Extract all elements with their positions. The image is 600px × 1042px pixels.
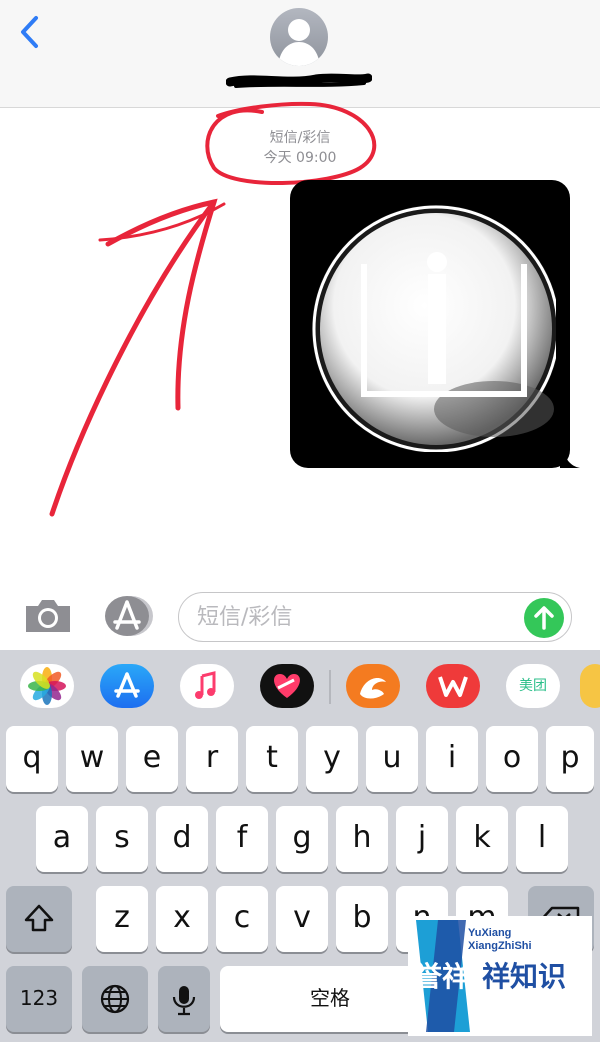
message-input[interactable] (178, 592, 572, 642)
key-w[interactable]: w (66, 726, 118, 792)
bubble-tail (560, 448, 580, 468)
photos-app-icon[interactable] (20, 664, 74, 708)
key-e[interactable]: e (126, 726, 178, 792)
key-i[interactable]: i (426, 726, 478, 792)
digital-touch-icon[interactable] (260, 664, 314, 708)
watermark-line1: YuXiang (468, 927, 511, 939)
key-k[interactable]: k (456, 806, 508, 872)
key-p[interactable]: p (546, 726, 594, 792)
messages-screen: { "conversation": { "service_label": "短信… (0, 0, 600, 1042)
key-z[interactable]: z (96, 886, 148, 952)
key-v[interactable]: v (276, 886, 328, 952)
watermark-line2: XiangZhiShi (468, 940, 532, 952)
uc-browser-icon[interactable] (346, 664, 400, 708)
globe-key[interactable] (82, 966, 148, 1032)
attached-photo[interactable] (304, 194, 556, 452)
key-u[interactable]: u (366, 726, 418, 792)
app-store-icon[interactable] (100, 664, 154, 708)
key-x[interactable]: x (156, 886, 208, 952)
service-label: 短信/彩信 (269, 130, 331, 146)
microphone-icon (172, 986, 196, 1016)
conversation-header (0, 0, 600, 108)
back-button[interactable] (14, 12, 50, 52)
contact-avatar[interactable] (270, 8, 328, 66)
camera-button[interactable] (22, 596, 74, 636)
person-silhouette-icon (278, 19, 320, 66)
chevron-left-icon (21, 16, 38, 48)
dictation-key[interactable] (158, 966, 210, 1032)
redacted-contact-name (226, 73, 372, 88)
shift-arrow-icon (24, 904, 54, 932)
watermark-title: 祥知识 (482, 960, 566, 993)
numbers-key[interactable]: 123 (6, 966, 72, 1032)
camera-icon (26, 600, 70, 632)
shift-key[interactable] (6, 886, 72, 952)
key-r[interactable]: r (186, 726, 238, 792)
watermark-graphic: YuXiang XiangZhiShi 誉祥 祥知识 (414, 920, 566, 1032)
music-app-icon[interactable] (180, 664, 234, 708)
key-o[interactable]: o (486, 726, 538, 792)
watermark-logo: YuXiang XiangZhiShi 誉祥 祥知识 (408, 916, 592, 1036)
arrow-up-icon (534, 606, 554, 630)
imessage-app-strip: 美团 (0, 650, 600, 720)
key-d[interactable]: d (156, 806, 208, 872)
app-store-a-icon (105, 596, 153, 636)
wps-office-icon[interactable] (426, 664, 480, 708)
key-s[interactable]: s (96, 806, 148, 872)
app-store-drawer-button[interactable] (100, 594, 158, 638)
key-g[interactable]: g (276, 806, 328, 872)
app-strip-divider (329, 670, 331, 704)
meituan-icon[interactable]: 美团 (506, 664, 560, 708)
key-f[interactable]: f (216, 806, 268, 872)
key-b[interactable]: b (336, 886, 388, 952)
key-c[interactable]: c (216, 886, 268, 952)
key-j[interactable]: j (396, 806, 448, 872)
watermark-logo-text: 誉祥 (414, 960, 470, 993)
key-q[interactable]: q (6, 726, 58, 792)
message-timestamp: 短信/彩信 今天 09:00 (200, 128, 400, 168)
key-h[interactable]: h (336, 806, 388, 872)
space-key[interactable]: 空格 (220, 966, 440, 1032)
emoji-app-icon[interactable] (580, 664, 600, 708)
key-t[interactable]: t (246, 726, 298, 792)
meituan-label: 美团 (519, 678, 547, 694)
time-label: 今天 09:00 (263, 150, 337, 166)
key-l[interactable]: l (516, 806, 568, 872)
key-y[interactable]: y (306, 726, 358, 792)
image-message-bubble[interactable] (290, 180, 570, 468)
send-button[interactable] (524, 598, 564, 638)
globe-icon (100, 984, 130, 1014)
key-a[interactable]: a (36, 806, 88, 872)
